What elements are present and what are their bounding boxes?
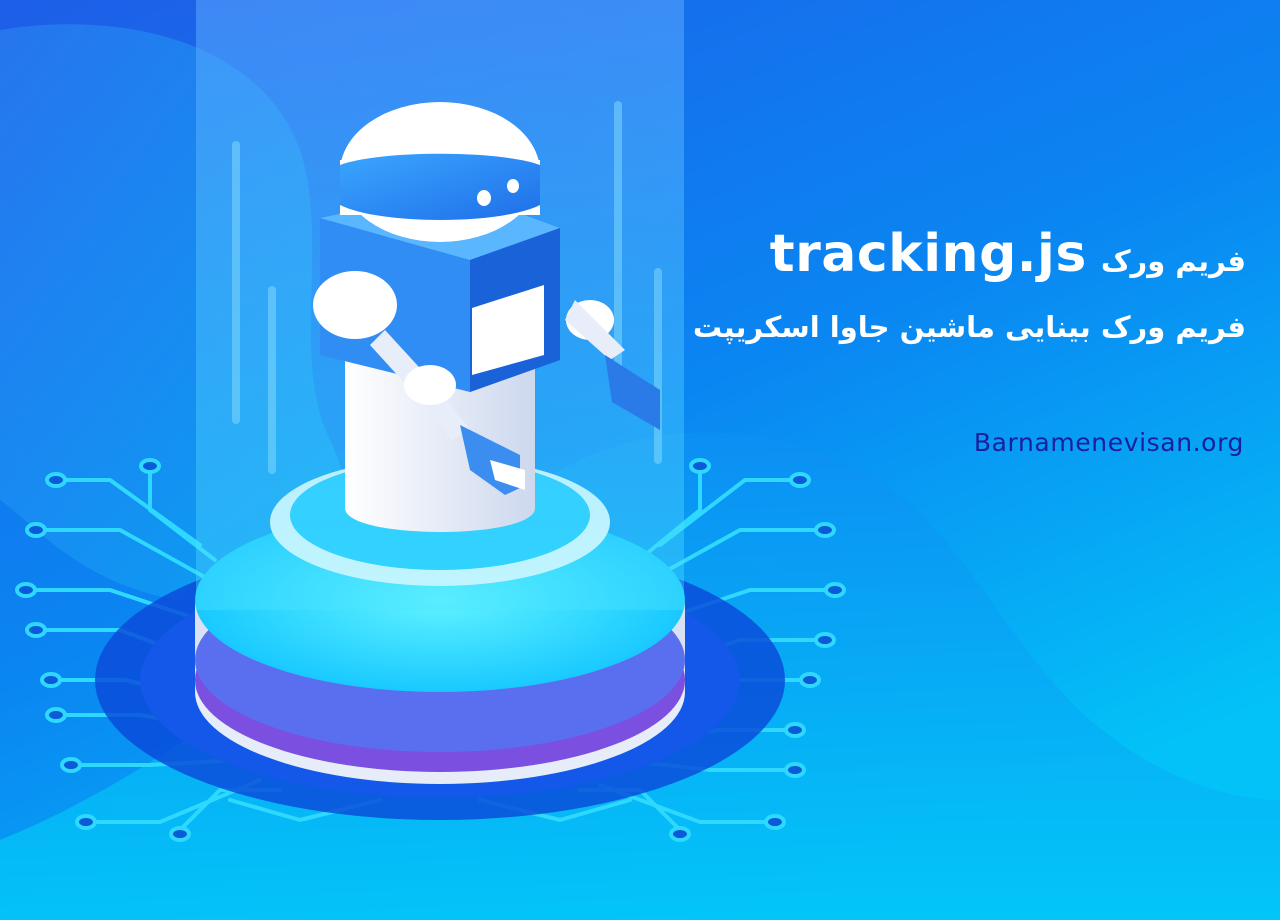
headline: tracking.js فریم ورک <box>546 224 1246 284</box>
headline-framework-label: فریم ورک <box>1100 244 1246 278</box>
subtitle: فریم ورک بینایی ماشین جاوا اسکریپت <box>692 310 1246 344</box>
site-url: Barnamenevisan.org <box>973 428 1244 457</box>
headline-latin-title: tracking.js <box>769 224 1087 284</box>
hero-illustration <box>0 0 1280 920</box>
